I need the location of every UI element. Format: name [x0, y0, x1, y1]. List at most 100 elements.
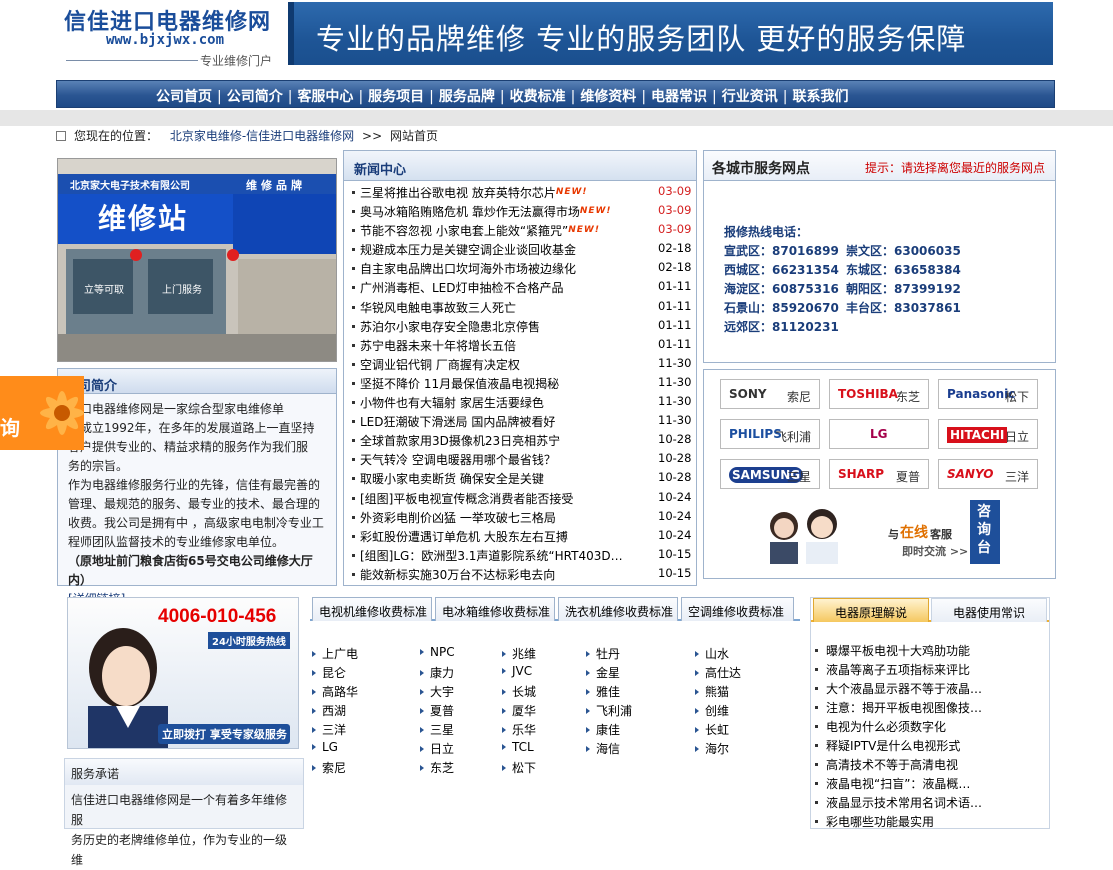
brand-logo-panasonic[interactable]: Panasonic 松下: [938, 379, 1038, 409]
brand-price-link[interactable]: 山水: [695, 645, 729, 662]
knowledge-item[interactable]: 彩电哪些功能最实用: [815, 813, 982, 832]
news-item[interactable]: 外资彩电削价凶猛 一举攻破七三格局 10-24: [352, 509, 696, 528]
brand-price-link[interactable]: 三星: [420, 721, 454, 738]
arrow-icon: [420, 765, 424, 771]
brand-price-link[interactable]: 海信: [586, 740, 620, 757]
news-item[interactable]: 自主家电品牌出口坎坷海外市场被边缘化 02-18: [352, 260, 696, 279]
brand-price-link[interactable]: 高仕达: [695, 664, 741, 681]
news-item[interactable]: LED狂潮破下滑迷局 国内品牌被看好 11-30: [352, 413, 696, 432]
knowledge-item[interactable]: 电视为什么必须数字化: [815, 718, 982, 737]
news-item[interactable]: 苏宁电器未来十年将增长五倍 01-11: [352, 337, 696, 356]
hotline-promo[interactable]: 4006-010-456 24小时服务热线 立即拨打 享受专家级服务: [67, 597, 299, 749]
news-item[interactable]: 空调业铝代铜 厂商握有决定权 11-30: [352, 356, 696, 375]
news-item[interactable]: 天气转冷 空调电暖器用哪个最省钱？ 10-28: [352, 451, 696, 470]
nav-item[interactable]: 公司首页: [153, 86, 215, 106]
news-item[interactable]: 彩虹股份遭遇订单危机 大股东左右互搏 10-24: [352, 528, 696, 547]
brand-price-link[interactable]: 创维: [695, 702, 729, 719]
brand-logo-hitachi[interactable]: HITACHI 日立: [938, 419, 1038, 449]
brand-price-link[interactable]: 乐华: [502, 721, 536, 738]
brand-logo-sony[interactable]: SONY 索尼: [720, 379, 820, 409]
news-item[interactable]: 规避成本压力是关键空调企业谈回收基金 02-18: [352, 241, 696, 260]
knowledge-item[interactable]: 液晶电视“扫盲”：液晶概…: [815, 775, 982, 794]
brand-price-link[interactable]: 康力: [420, 664, 454, 681]
news-item[interactable]: [组图]LG：欧洲型3.1声道影院系统“HRT403D… 10-15: [352, 547, 696, 566]
brand-price-link[interactable]: 西湖: [312, 702, 346, 719]
brand-price-link[interactable]: 长城: [502, 683, 536, 700]
brand-logo-lg[interactable]: LG: [829, 419, 929, 449]
brand-price-link[interactable]: 牡丹: [586, 645, 620, 662]
tab-washer-price[interactable]: 洗衣机维修收费标准: [558, 597, 678, 621]
nav-item[interactable]: 客服中心: [294, 86, 356, 106]
knowledge-item[interactable]: 曝爆平板电视十大鸡肋功能: [815, 642, 982, 661]
news-item[interactable]: 三星将推出谷歌电视 放弃英特尔芯片NEW! 03-09: [352, 184, 696, 203]
knowledge-item[interactable]: 注意：揭开平板电视图像技…: [815, 699, 982, 718]
site-logo[interactable]: 信佳进口电器维修网 www.bjxjwx.com 专业维修门户: [62, 2, 284, 68]
brand-logo-samsung[interactable]: SAMSUNG 三星: [720, 459, 820, 489]
news-item[interactable]: 坚挺不降价 11月最保值液晶电视揭秘 11-30: [352, 375, 696, 394]
brand-logo-sanyo[interactable]: SANYO 三洋: [938, 459, 1038, 489]
brand-price-link[interactable]: 上广电: [312, 645, 358, 662]
news-item[interactable]: 全球首款家用3D摄像机23日亮相苏宁 10-28: [352, 432, 696, 451]
nav-item[interactable]: 行业资讯: [719, 86, 781, 106]
brand-price-link[interactable]: 高路华: [312, 683, 358, 700]
brand-price-link[interactable]: 松下: [502, 759, 536, 776]
knowledge-item[interactable]: 释疑IPTV是什么电视形式: [815, 737, 982, 756]
brand-price-link[interactable]: NPC: [420, 645, 455, 659]
knowledge-title: 电视为什么必须数字化: [826, 720, 947, 734]
news-item[interactable]: 华锐风电触电事故致三人死亡 01-11: [352, 299, 696, 318]
floating-consult-ad[interactable]: 询: [0, 376, 84, 450]
brand-price-link[interactable]: LG: [312, 740, 338, 754]
brand-price-link[interactable]: 长虹: [695, 721, 729, 738]
brand-price-link[interactable]: 厦华: [502, 702, 536, 719]
brand-logo-toshiba[interactable]: TOSHIBA 东芝: [829, 379, 929, 409]
brand-price-link[interactable]: 东芝: [420, 759, 454, 776]
brand-price-link[interactable]: 日立: [420, 740, 454, 757]
brand-price-link[interactable]: 大宇: [420, 683, 454, 700]
nav-item[interactable]: 电器常识: [648, 86, 710, 106]
nav-item[interactable]: 维修资料: [577, 86, 639, 106]
brand-price-link[interactable]: 三洋: [312, 721, 346, 738]
tab-principles[interactable]: 电器原理解说: [813, 598, 929, 622]
brand-price-link[interactable]: 海尔: [695, 740, 729, 757]
news-date: 11-30: [658, 394, 692, 409]
knowledge-item[interactable]: 高清技术不等于高清电视: [815, 756, 982, 775]
tab-fridge-price[interactable]: 电冰箱维修收费标准: [435, 597, 555, 621]
nav-item[interactable]: 公司简介: [224, 86, 286, 106]
knowledge-item[interactable]: 大个液晶显示器不等于液晶…: [815, 680, 982, 699]
bullet-icon: [352, 381, 355, 385]
brand-logo-philips[interactable]: PHILIPS 飞利浦: [720, 419, 820, 449]
brand-price-link[interactable]: 雅佳: [586, 683, 620, 700]
tab-ac-price[interactable]: 空调维修收费标准: [681, 597, 794, 621]
knowledge-item[interactable]: 液晶显示技术常用名词术语…: [815, 794, 982, 813]
brand-price-link[interactable]: 夏普: [420, 702, 454, 719]
brand-price-link[interactable]: JVC: [502, 664, 532, 678]
news-item[interactable]: 苏泊尔小家电存安全隐患北京停售 01-11: [352, 318, 696, 337]
brand-price-link[interactable]: TCL: [502, 740, 534, 754]
news-item[interactable]: 能效新标实施30万台不达标彩电去向 10-15: [352, 566, 696, 585]
nav-item[interactable]: 联系我们: [789, 86, 851, 106]
consult-text-3: 客服: [930, 528, 952, 541]
brand-price-link[interactable]: 飞利浦: [586, 702, 632, 719]
news-item[interactable]: 取暖小家电卖断货 确保安全是关键 10-28: [352, 470, 696, 489]
news-item[interactable]: 广州消毒柜、LED灯申抽检不合格产品 01-11: [352, 279, 696, 298]
brand-price-link[interactable]: 金星: [586, 664, 620, 681]
brand-price-link[interactable]: 康佳: [586, 721, 620, 738]
tab-usage-tips[interactable]: 电器使用常识: [931, 598, 1047, 622]
tab-tv-price[interactable]: 电视机维修收费标准: [312, 597, 432, 621]
news-item[interactable]: [组图]平板电视宣传概念消费者能否接受 10-24: [352, 490, 696, 509]
news-item[interactable]: 小物件也有大辐射 家居生活要绿色 11-30: [352, 394, 696, 413]
brand-logo-sharp[interactable]: SHARP 夏普: [829, 459, 929, 489]
breadcrumb-home-link[interactable]: 北京家电维修-信佳进口电器维修网: [170, 129, 354, 143]
nav-item[interactable]: 服务项目: [365, 86, 427, 106]
brand-price-link[interactable]: 索尼: [312, 759, 346, 776]
nav-item[interactable]: 服务品牌: [436, 86, 498, 106]
brand-price-link[interactable]: 兆维: [502, 645, 536, 662]
nav-item[interactable]: 收费标准: [507, 86, 569, 106]
news-item[interactable]: 节能不容忽视 小家电套上能效“紧箍咒”NEW! 03-09: [352, 222, 696, 241]
brand-price-link[interactable]: 熊猫: [695, 683, 729, 700]
news-item[interactable]: 奥马冰箱陷贿赂危机 靠炒作无法赢得市场NEW! 03-09: [352, 203, 696, 222]
online-consult-banner[interactable]: 与 在线 客服 即时交流 >> 咨询台: [762, 500, 1002, 564]
brand-price-link[interactable]: 昆仑: [312, 664, 346, 681]
knowledge-item[interactable]: 液晶等离子五项指标来评比: [815, 661, 982, 680]
shop-photo[interactable]: 北京家大电子技术有限公司 维修站 维修品牌 立等可取 上门服务: [57, 158, 337, 362]
